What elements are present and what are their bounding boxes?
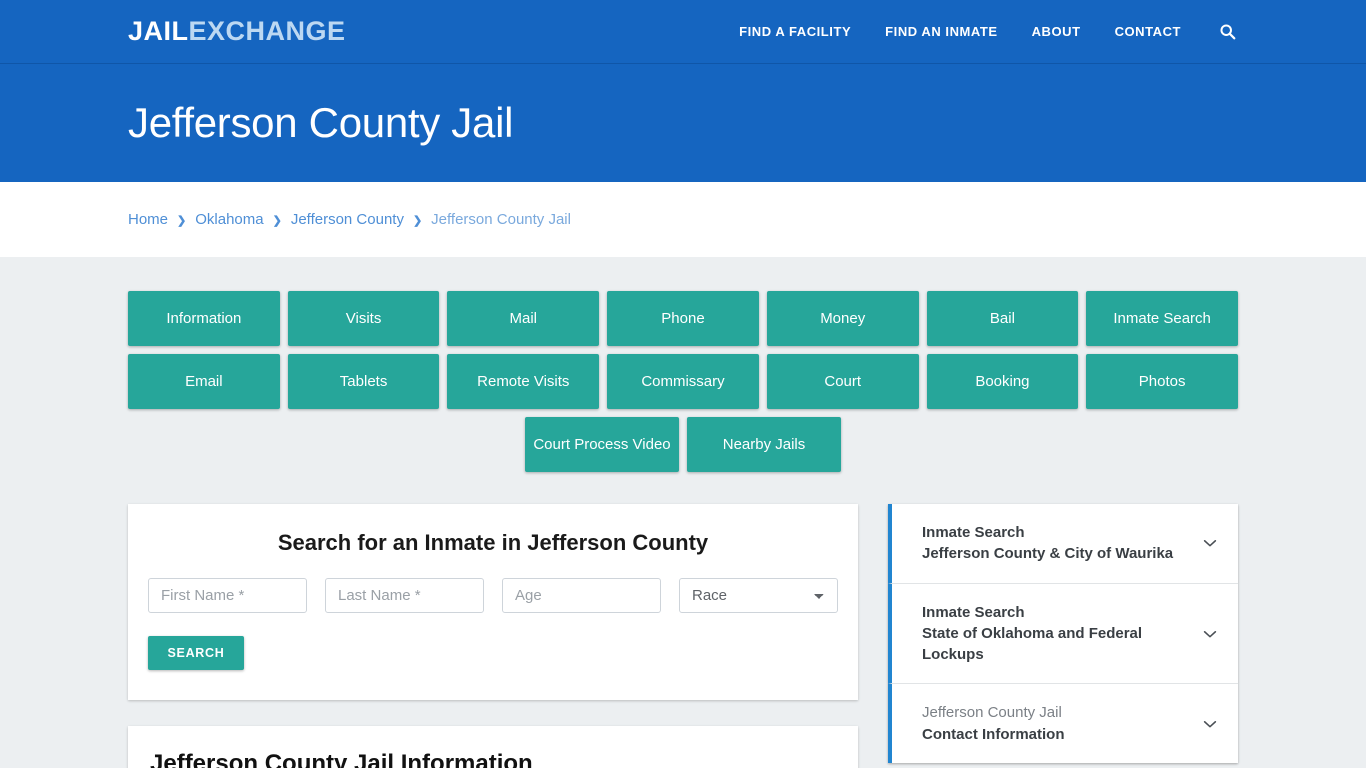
inmate-search-form: Race [148,578,838,613]
section-button-phone[interactable]: Phone [607,291,759,346]
breadcrumb-item-oklahoma[interactable]: Oklahoma [195,211,263,228]
section-button-booking[interactable]: Booking [926,354,1079,409]
breadcrumb-item-jefferson-county[interactable]: Jefferson County [291,211,404,228]
facility-section-buttons: Information Visits Mail Phone Money Bail… [128,291,1238,409]
inmate-search-panel: Search for an Inmate in Jefferson County… [128,504,858,700]
logo-text-primary: JAIL [128,16,189,46]
sidebar-item-text: Jefferson County Jail Contact Informatio… [922,702,1186,745]
section-button-email[interactable]: Email [128,354,280,409]
section-button-money[interactable]: Money [766,291,919,346]
section-button-information[interactable]: Information [128,291,280,346]
hero-banner: Jefferson County Jail [0,64,1366,182]
content-columns: Search for an Inmate in Jefferson County… [128,504,1238,768]
breadcrumb-item-home[interactable]: Home [128,211,168,228]
age-input[interactable] [502,578,661,613]
main-column: Search for an Inmate in Jefferson County… [128,504,858,768]
sidebar-item-text: Inmate Search State of Oklahoma and Fede… [922,602,1186,666]
section-button-commissary[interactable]: Commissary [607,354,759,409]
breadcrumb-chevron-icon: ❯ [272,215,282,227]
sidebar-accordion-list: Inmate Search Jefferson County & City of… [888,504,1238,764]
inmate-search-title: Search for an Inmate in Jefferson County [277,530,709,555]
chevron-down-icon [1200,533,1220,553]
section-button-nearby-jails[interactable]: Nearby Jails [687,417,841,472]
page-title: Jefferson County Jail [128,98,514,146]
nav-item-find-a-facility[interactable]: FIND A FACILITY [722,24,868,39]
breadcrumb-chevron-icon: ❯ [177,215,187,227]
sidebar-item-inmate-search-county[interactable]: Inmate Search Jefferson County & City of… [888,504,1238,584]
search-icon[interactable] [1216,21,1238,43]
nav-item-contact[interactable]: CONTACT [1098,24,1198,39]
jail-information-panel: Jefferson County Jail Information [128,726,858,768]
breadcrumb: Home ❯ Oklahoma ❯ Jefferson County ❯ Jef… [128,211,571,228]
facility-section-buttons-last-row: Court Process Video Nearby Jails [128,417,1238,472]
nav-item-find-an-inmate[interactable]: FIND AN INMATE [868,24,1014,39]
logo-text-secondary: EXCHANGE [188,16,346,46]
main-navigation: FIND A FACILITY FIND AN INMATE ABOUT CON… [722,21,1238,43]
nav-item-about[interactable]: ABOUT [1015,24,1098,39]
search-submit-button[interactable]: SEARCH [148,636,244,670]
sidebar-item-inmate-search-state[interactable]: Inmate Search State of Oklahoma and Fede… [888,583,1238,685]
section-button-remote-visits[interactable]: Remote Visits [447,354,600,409]
sidebar-item-contact-information[interactable]: Jefferson County Jail Contact Informatio… [888,684,1238,764]
sidebar-item-line1: Jefferson County Jail [922,704,1062,722]
sidebar-item-line1: Inmate Search [922,524,1025,541]
section-button-photos[interactable]: Photos [1086,354,1238,409]
site-logo[interactable]: JAILEXCHANGE [128,18,346,45]
site-header: JAILEXCHANGE FIND A FACILITY FIND AN INM… [0,0,1366,64]
section-button-court[interactable]: Court [766,354,919,409]
chevron-down-icon [1200,714,1220,734]
chevron-down-icon [1200,624,1220,644]
sidebar-item-line2: Jefferson County & City of Waurika [922,545,1174,563]
sidebar-item-line2: State of Oklahoma and Federal Lockups [922,624,1143,664]
race-select[interactable]: Race [679,578,838,613]
section-button-bail[interactable]: Bail [926,291,1079,346]
breadcrumb-bar: Home ❯ Oklahoma ❯ Jefferson County ❯ Jef… [0,182,1366,257]
section-button-tablets[interactable]: Tablets [287,354,440,409]
sidebar: Inmate Search Jefferson County & City of… [888,504,1238,764]
sidebar-item-line2: Contact Information [922,725,1065,743]
section-button-visits[interactable]: Visits [287,291,440,346]
last-name-input[interactable] [325,578,484,613]
sidebar-item-text: Inmate Search Jefferson County & City of… [922,522,1186,565]
breadcrumb-chevron-icon: ❯ [412,215,423,227]
first-name-input[interactable] [148,578,307,613]
jail-information-title: Jefferson County Jail Information [150,750,533,768]
section-button-inmate-search[interactable]: Inmate Search [1086,291,1238,346]
page-content: Information Visits Mail Phone Money Bail… [0,257,1366,768]
section-button-court-process-video[interactable]: Court Process Video [525,417,679,472]
breadcrumb-item-current: Jefferson County Jail [431,211,571,228]
sidebar-item-line1: Inmate Search [922,603,1025,621]
section-button-mail[interactable]: Mail [447,291,600,346]
